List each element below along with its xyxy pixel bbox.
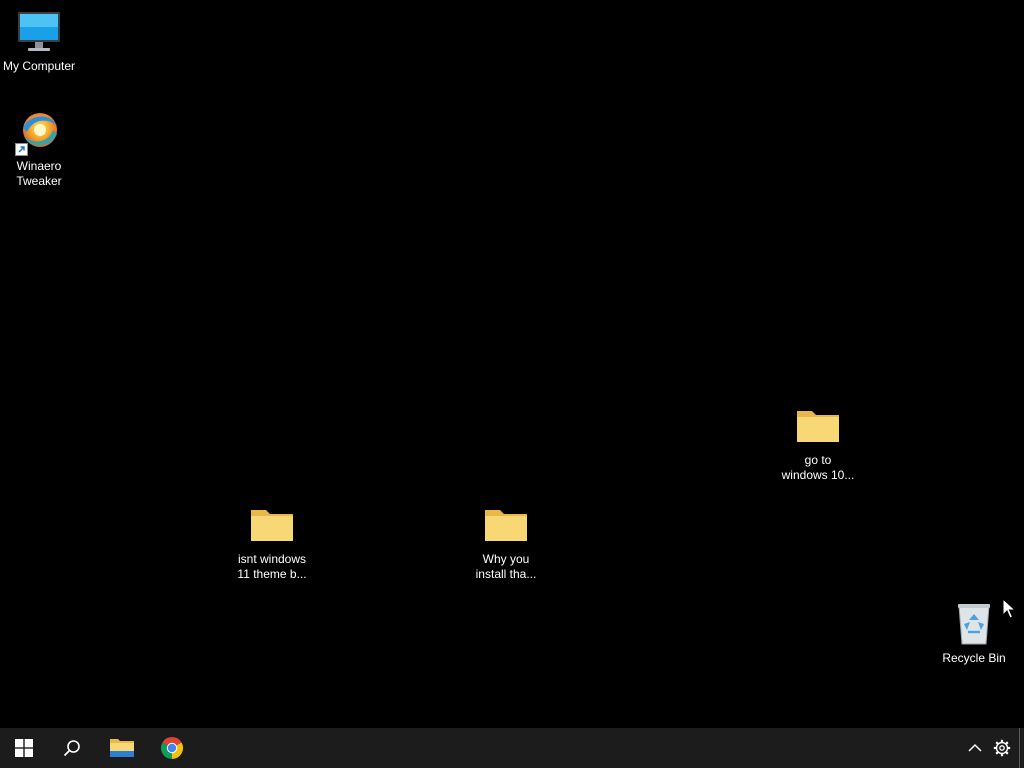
desktop-icon-label: Why you install tha... [475,552,537,581]
shortcut-arrow-icon [15,143,28,156]
file-explorer-icon [110,739,134,757]
desktop-icon-label: Recycle Bin [942,651,1006,665]
desktop-icon-label: My Computer [2,59,76,73]
desktop-icon-folder-go-to-windows-10[interactable]: go to windows 10... [778,402,858,483]
start-button[interactable] [0,728,48,768]
taskbar-file-explorer[interactable] [98,728,146,768]
search-button[interactable] [48,728,96,768]
desktop-icon-folder-why-you-install[interactable]: Why you install tha... [466,501,546,582]
mouse-cursor-icon [1002,598,1016,619]
desktop-icon-label: Winaero Tweaker [16,159,62,188]
desktop-icon-my-computer[interactable]: My Computer [0,8,79,74]
search-icon [63,740,80,757]
folder-icon [482,501,530,549]
chrome-icon [160,737,184,759]
taskbar-chrome[interactable] [148,728,196,768]
start-icon [15,739,33,757]
desktop-icon-label: go to windows 10... [781,453,855,482]
folder-icon [794,402,842,450]
winaero-tweaker-icon [15,108,63,156]
chevron-up-icon [968,743,982,752]
gear-icon [993,739,1011,757]
folder-icon [248,501,296,549]
recycle-bin-icon [950,600,998,648]
desktop-icon-label: isnt windows 11 theme b... [237,552,307,581]
desktop-icon-winaero-tweaker[interactable]: Winaero Tweaker [0,108,79,189]
monitor-icon [15,8,63,56]
show-desktop-button[interactable] [1019,728,1024,768]
taskbar [0,728,1024,768]
desktop[interactable]: My Computer Winaero Tweaker go to window… [0,0,1024,728]
desktop-icon-folder-isnt-windows-11[interactable]: isnt windows 11 theme b... [232,501,312,582]
tray-settings-button[interactable] [983,728,1021,768]
